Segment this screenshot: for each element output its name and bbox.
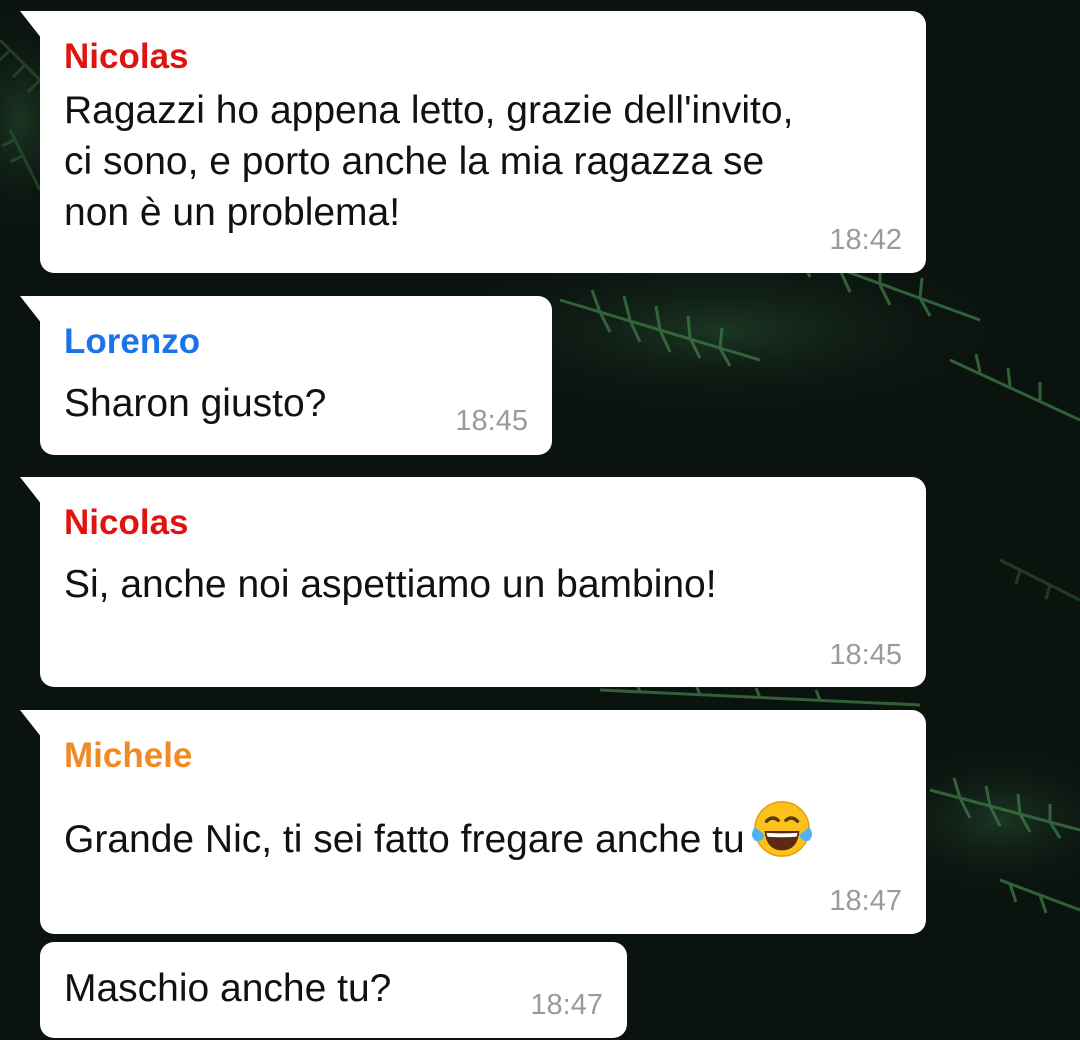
- message-line: Si, anche noi aspettiamo un bambino!: [64, 563, 717, 606]
- message-line: Maschio anche tu?: [64, 967, 392, 1010]
- message-line: Ragazzi ho appena letto, grazie dell'inv…: [64, 89, 794, 132]
- message-line: non è un problema!: [64, 191, 401, 234]
- sender-name[interactable]: Michele: [64, 736, 192, 776]
- sender-name[interactable]: Nicolas: [64, 503, 189, 543]
- message-line: ci sono, e porto anche la mia ragazza se: [64, 140, 765, 183]
- message-bubble[interactable]: Maschio anche tu? 18:47: [40, 942, 627, 1038]
- message-bubble[interactable]: Nicolas Si, anche noi aspettiamo un bamb…: [20, 477, 926, 687]
- message-bubble[interactable]: Nicolas Ragazzi ho appena letto, grazie …: [20, 11, 926, 273]
- message-text: Maschio anche tu?: [64, 963, 391, 1014]
- message-time: 18:47: [530, 989, 603, 1021]
- message-time: 18:45: [455, 405, 528, 437]
- message-line: Sharon giusto?: [64, 382, 327, 425]
- message-bubble[interactable]: Michele Grande Nic, ti sei fatto fregare…: [20, 710, 926, 934]
- face-with-tears-of-joy-icon: [751, 798, 813, 873]
- message-time: 18:45: [829, 639, 902, 671]
- message-line: Grande Nic, ti sei fatto fregare anche t…: [64, 818, 745, 861]
- message-text: Si, anche noi aspettiamo un bambino!: [64, 559, 717, 610]
- message-time: 18:42: [829, 224, 902, 256]
- message-time: 18:47: [829, 885, 902, 917]
- message-bubble[interactable]: Lorenzo Sharon giusto? 18:45: [20, 296, 552, 455]
- message-text: Ragazzi ho appena letto, grazie dell'inv…: [64, 85, 793, 238]
- message-text: Sharon giusto?: [64, 378, 326, 429]
- sender-name[interactable]: Lorenzo: [64, 322, 200, 362]
- message-text: Grande Nic, ti sei fatto fregare anche t…: [64, 798, 813, 873]
- sender-name[interactable]: Nicolas: [64, 37, 189, 77]
